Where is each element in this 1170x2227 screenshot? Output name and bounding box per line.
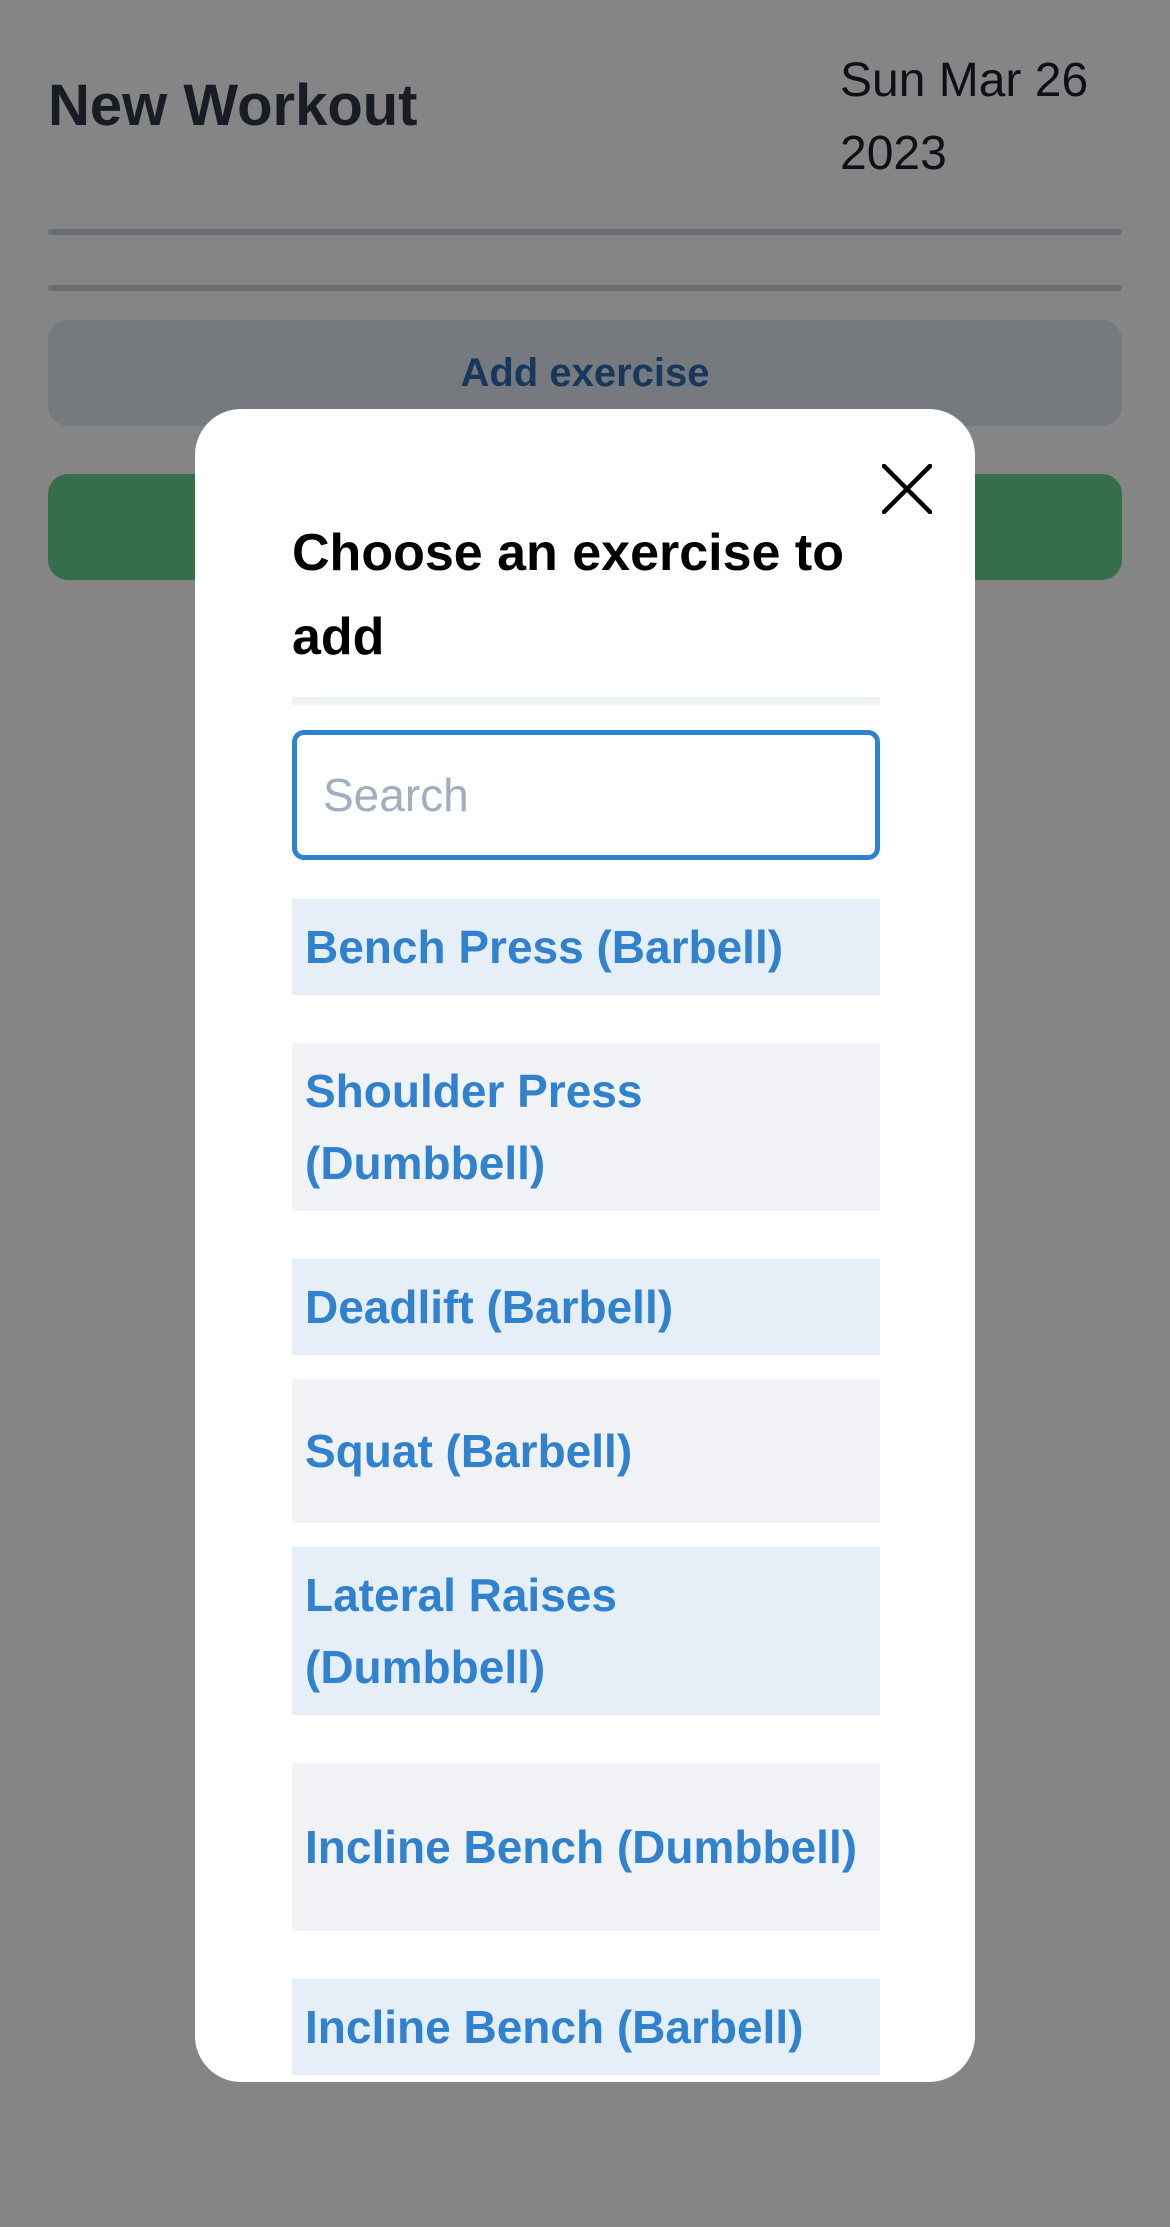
search-input[interactable] xyxy=(292,730,880,860)
exercise-label: Lateral Raises (Dumbbell) xyxy=(305,1569,617,1693)
exercise-item-incline-bench-dumbbell[interactable]: Incline Bench (Dumbbell) xyxy=(292,1763,880,1931)
modal-title: Choose an exercise to add xyxy=(292,524,844,666)
exercise-label: Bench Press (Barbell) xyxy=(305,921,784,973)
exercise-label: Incline Bench (Dumbbell) xyxy=(305,1821,858,1873)
exercise-item-shoulder-press-dumbbell[interactable]: Shoulder Press (Dumbbell) xyxy=(292,1043,880,1211)
exercise-item-bench-press-barbell[interactable]: Bench Press (Barbell) xyxy=(292,899,880,995)
exercise-label: Deadlift (Barbell) xyxy=(305,1281,674,1333)
exercise-label: Squat (Barbell) xyxy=(305,1425,633,1477)
exercise-item-squat-barbell[interactable]: Squat (Barbell) xyxy=(292,1379,880,1523)
close-icon xyxy=(882,464,932,514)
workout-page: New Workout Sun Mar 26 2023 Add exercise… xyxy=(0,0,1170,2227)
exercise-item-deadlift-barbell[interactable]: Deadlift (Barbell) xyxy=(292,1259,880,1355)
divider xyxy=(292,697,880,705)
exercise-picker-modal: Choose an exercise to add Bench Press (B… xyxy=(195,409,975,2082)
exercise-item-incline-bench-barbell[interactable]: Incline Bench (Barbell) xyxy=(292,1979,880,2075)
exercise-label: Shoulder Press (Dumbbell) xyxy=(305,1065,643,1189)
exercise-item-lateral-raises-dumbbell[interactable]: Lateral Raises (Dumbbell) xyxy=(292,1547,880,1715)
exercise-label: Incline Bench (Barbell) xyxy=(305,2001,804,2053)
